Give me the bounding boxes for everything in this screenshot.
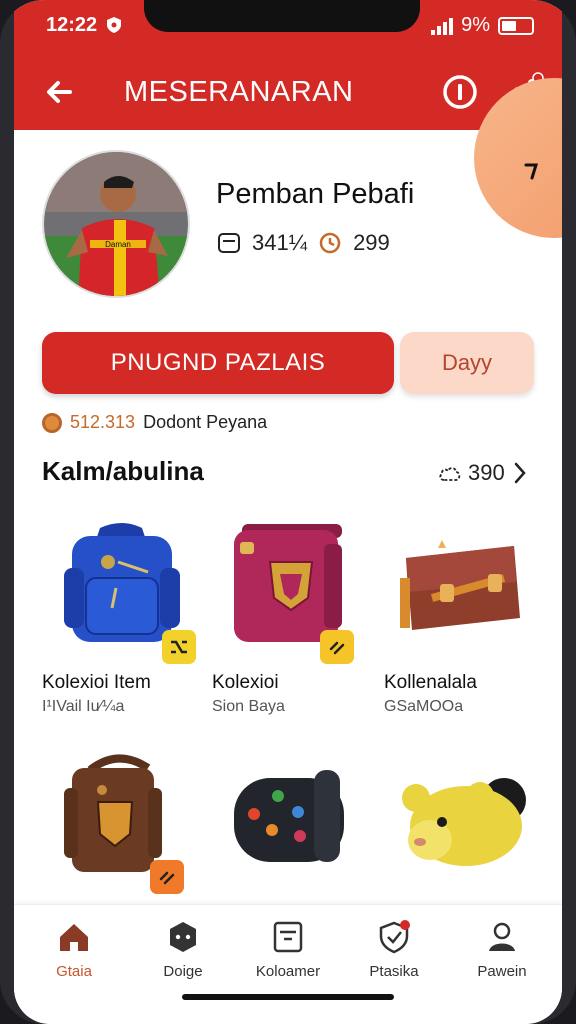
shield-status-icon	[107, 17, 121, 33]
collection-item[interactable]: Kolexioi Item I¹IVail Iu⁄¼a	[42, 518, 202, 718]
link-badge-icon	[320, 630, 354, 664]
home-indicator	[182, 994, 394, 1000]
item-subtitle: Sion Baya	[212, 698, 285, 715]
section-see-all[interactable]: 390	[438, 460, 529, 486]
collection-item[interactable]	[228, 756, 388, 896]
nav-koloamer[interactable]: Koloamer	[238, 919, 338, 980]
bottom-navigation: Gtaia Doige Koloamer Ptasika Pawein	[14, 904, 562, 1024]
avatar[interactable]: Daman 10	[42, 150, 190, 298]
page-title: MESERANARAN	[124, 76, 354, 108]
primary-action-button[interactable]: PNUGND PAZLAIS	[42, 332, 394, 394]
camera-notch	[144, 0, 420, 32]
balance-label: Dodont Peyana	[143, 412, 268, 432]
home-icon	[60, 924, 88, 951]
nav-label: Koloamer	[255, 963, 321, 980]
jersey-number: 10	[166, 283, 180, 297]
item-name: Kollenalala	[384, 672, 477, 693]
item-subtitle: I¹IVail Iu⁄¼a	[42, 698, 125, 715]
item-name: Kolexioi	[212, 672, 279, 693]
player-photo: Daman 10	[44, 152, 188, 297]
document-icon	[273, 921, 303, 953]
item-name: Kolexioi Item	[42, 672, 151, 693]
gem-pouch-image	[234, 770, 344, 862]
app-screen: 12:22 9% MESERANARAN Daman 10 Pemban Peb…	[14, 0, 562, 1024]
nav-pawein[interactable]: Pawein	[452, 919, 552, 980]
chevron-right-icon	[514, 462, 526, 484]
profile-stats: 341¼ 299	[216, 230, 390, 256]
nav-label: Doige	[163, 963, 203, 980]
status-time: 12:22	[46, 14, 98, 36]
yellow-creature-toy-image	[402, 778, 526, 866]
back-arrow-icon[interactable]	[40, 72, 80, 112]
nav-label: Pawein	[477, 963, 527, 980]
balance-row: 512.313 Dodont Peyana	[42, 412, 267, 433]
status-indicators: 9%	[431, 14, 534, 37]
app-header: 12:22 9% MESERANARAN	[14, 0, 562, 130]
link-badge-icon	[150, 860, 184, 894]
nav-label: Ptasika	[369, 963, 419, 980]
phone-frame: 12:22 9% MESERANARAN Daman 10 Pemban Peb…	[0, 0, 576, 1024]
secondary-action-button[interactable]: Dayy	[400, 332, 534, 394]
battery-percent: 9%	[461, 14, 490, 36]
profile-name: Pemban Pebafi	[216, 178, 415, 210]
info-icon[interactable]	[440, 72, 480, 112]
collection-item[interactable]: Kollenalala GSaMOOa	[384, 518, 544, 718]
user-icon	[489, 922, 515, 951]
jersey-text: Daman	[105, 240, 131, 249]
battery-icon	[498, 16, 534, 35]
clock-icon	[319, 232, 341, 254]
corner-arrow-icon	[524, 163, 538, 180]
collection-item[interactable]	[396, 768, 556, 898]
nav-doige[interactable]: Doige	[133, 919, 233, 980]
brown-crest-backpack-image	[64, 754, 162, 872]
brown-satchel-image	[400, 540, 520, 630]
stat-b-value: 299	[353, 230, 390, 255]
stat-a-value: 341¼	[252, 230, 308, 255]
signal-icon	[431, 17, 454, 35]
nav-label: Gtaia	[56, 963, 92, 980]
balance-amount: 512.313	[70, 412, 136, 432]
nav-ptasika[interactable]: Ptasika	[344, 919, 444, 980]
cloud-icon	[439, 467, 461, 481]
shuffle-badge-icon	[162, 630, 196, 664]
section-title: Kalm/abulina	[42, 456, 204, 486]
collection-item[interactable]: Kolexioi Sion Baya	[212, 518, 372, 718]
calendar-icon	[218, 233, 240, 253]
hexagon-face-icon	[170, 922, 196, 952]
coin-icon	[42, 412, 62, 433]
nav-home[interactable]: Gtaia	[24, 919, 124, 980]
shield-check-icon	[379, 920, 410, 954]
section-count-value: 390	[468, 460, 505, 485]
item-subtitle: GSaMOOa	[384, 698, 464, 715]
collection-item[interactable]	[58, 748, 218, 898]
